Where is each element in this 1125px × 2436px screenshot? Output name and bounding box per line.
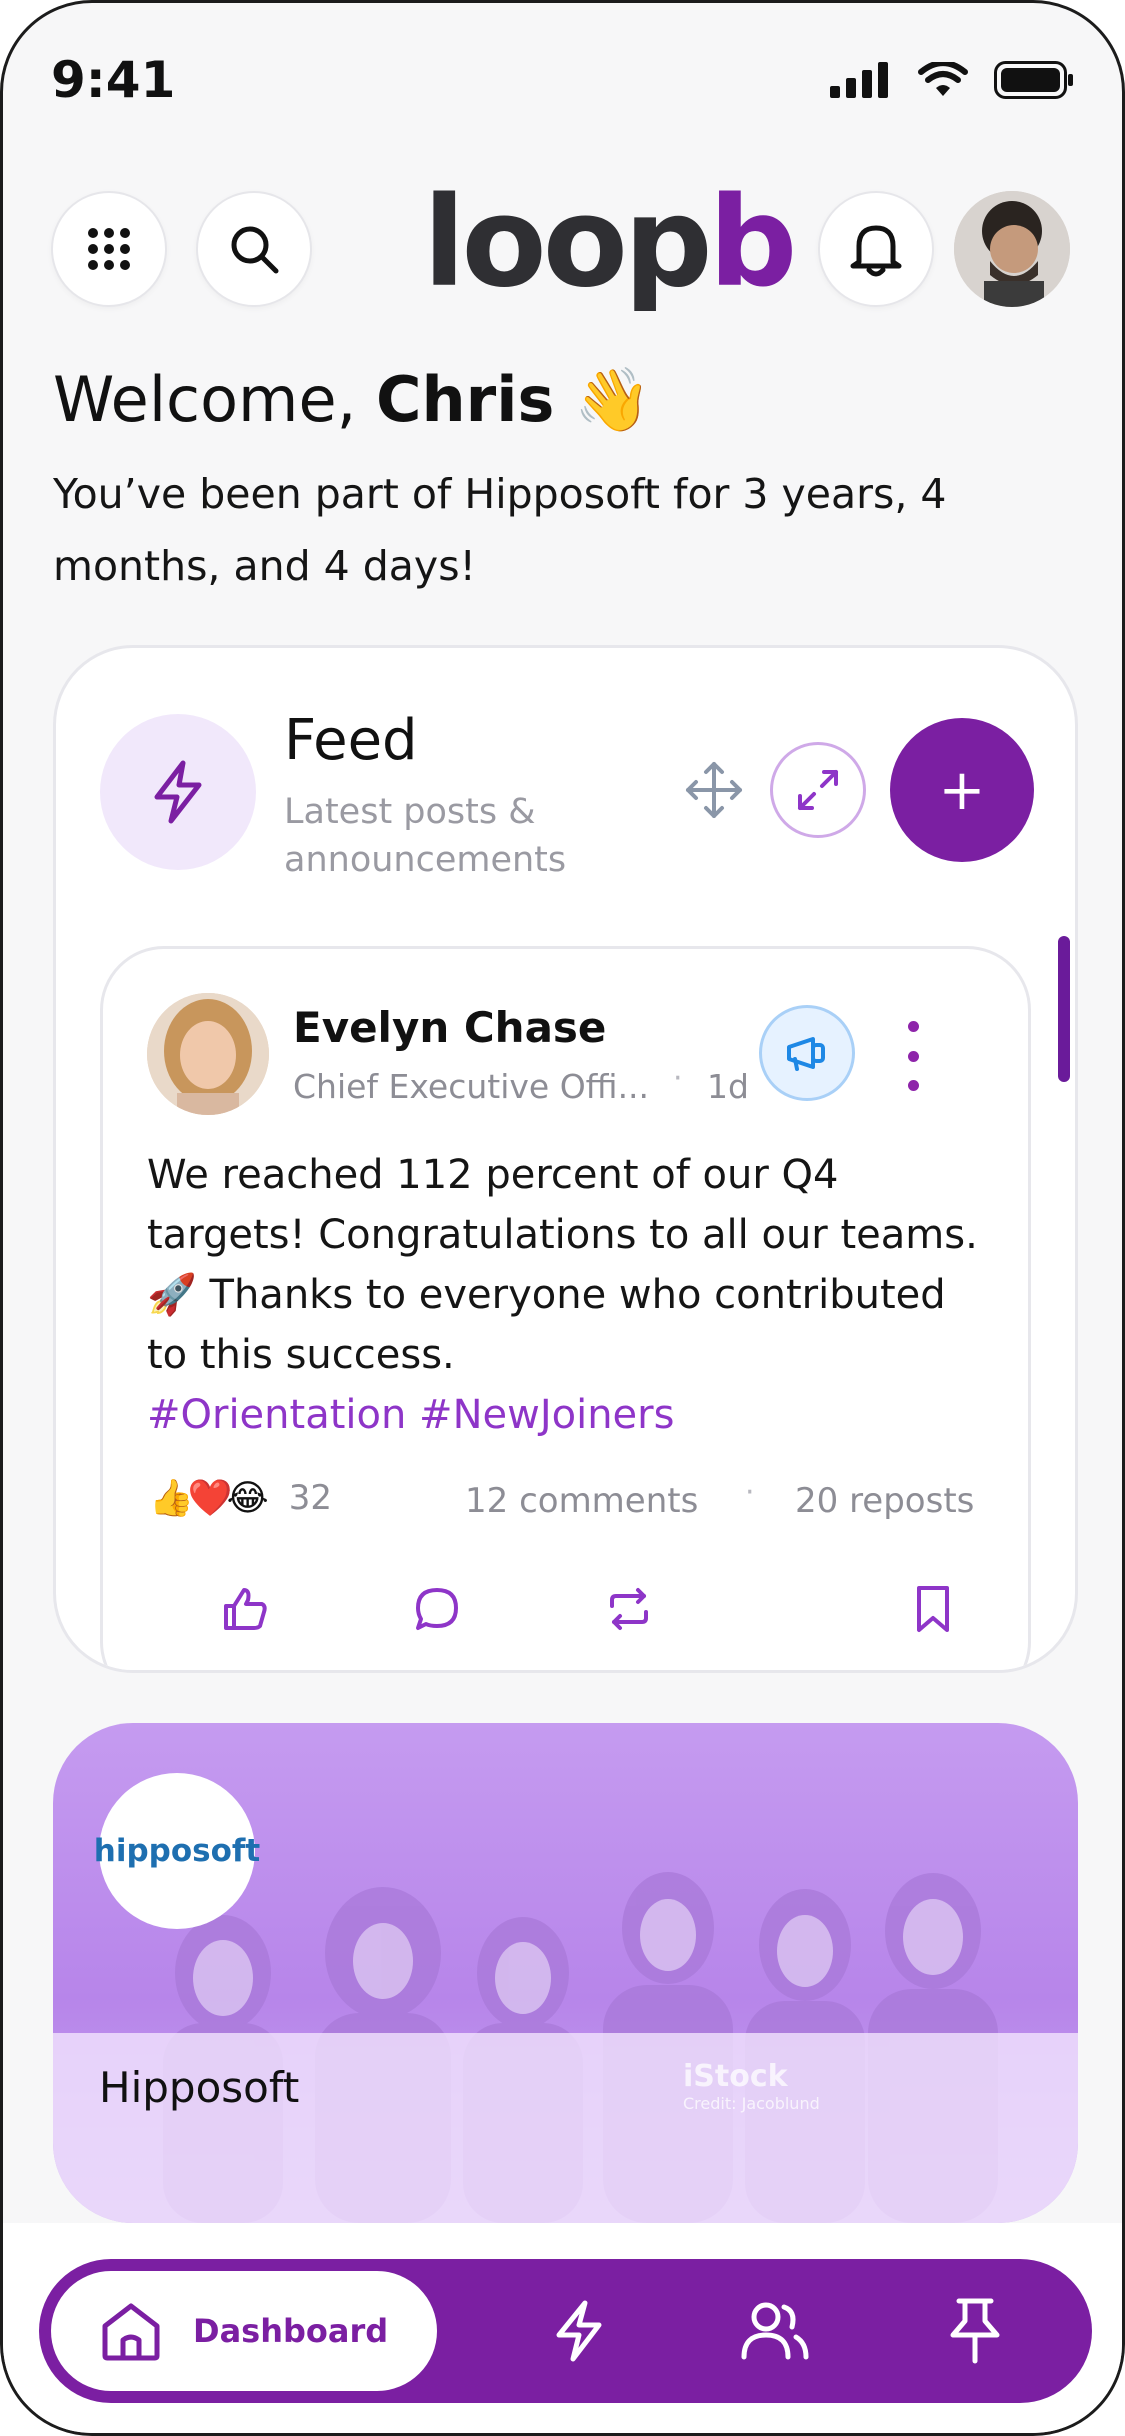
bookmark-button[interactable] — [903, 1579, 963, 1639]
feed-subtitle: Latest posts & announcements — [284, 792, 567, 880]
logo-text-accent: b — [708, 171, 798, 315]
post-hashtags[interactable]: #Orientation #NewJoiners — [147, 1392, 674, 1438]
stats-separator: · — [745, 1475, 755, 1510]
company-name: Hipposoft — [99, 2063, 300, 2112]
feed-icon-badge — [100, 714, 256, 870]
nav-bar: Dashboard — [39, 2259, 1092, 2403]
search-button[interactable] — [196, 191, 312, 307]
company-card[interactable]: hipposoft Hipposoft iStock Credit: Jacob… — [53, 1723, 1078, 2223]
company-name-band — [53, 2033, 1078, 2223]
comments-count[interactable]: 12 comments — [465, 1481, 698, 1521]
apps-grid-icon — [88, 228, 130, 270]
comment-icon — [416, 1588, 458, 1630]
repost-button[interactable] — [599, 1579, 659, 1639]
logo-text-dark: loop — [423, 171, 713, 315]
tenure-text: You’ve been part of Hipposoft for 3 year… — [53, 470, 947, 590]
battery-icon — [994, 61, 1073, 99]
watermark-title: iStock — [683, 2059, 788, 2094]
megaphone-icon — [787, 1037, 825, 1071]
nav-item-feed[interactable] — [543, 2295, 615, 2367]
company-logo: hipposoft — [94, 1773, 260, 1929]
announcement-badge[interactable] — [759, 1005, 855, 1101]
user-avatar-image — [954, 191, 1070, 307]
reposts-count[interactable]: 20 reposts — [795, 1481, 974, 1521]
status-icons — [830, 61, 1074, 99]
feed-scrollbar[interactable] — [1058, 936, 1070, 1082]
meta-separator: · — [673, 1061, 683, 1096]
app-logo: loopb — [423, 181, 797, 305]
add-post-button[interactable]: + — [890, 718, 1034, 862]
laugh-reaction: 😂 — [226, 1477, 269, 1519]
bookmark-icon — [917, 1586, 949, 1632]
thumbs-up-icon — [224, 1588, 267, 1630]
wave-emoji: 👋 — [574, 363, 652, 436]
welcome-greeting: Welcome, — [53, 363, 377, 436]
phone-screen: 9:41 loopb Welcome, Chris 👋 You’ve been … — [0, 0, 1125, 2436]
like-button[interactable] — [215, 1579, 275, 1639]
comment-button[interactable] — [407, 1579, 467, 1639]
avatar[interactable] — [954, 191, 1070, 307]
photo-watermark: iStock Credit: Jacoblund — [683, 2059, 820, 2113]
notifications-button[interactable] — [818, 191, 934, 307]
post-body: We reached 112 percent of our Q4 targets… — [147, 1145, 987, 1445]
reaction-count: 32 — [288, 1478, 332, 1518]
nav-dashboard-label: Dashboard — [193, 2312, 389, 2350]
post-text: We reached 112 percent of our Q4 targets… — [147, 1152, 978, 1378]
welcome-name: Chris — [376, 363, 555, 436]
move-icon[interactable] — [684, 760, 744, 820]
author-avatar-image — [147, 993, 269, 1115]
post-author-role: Chief Executive Offi... — [293, 1067, 650, 1106]
post-card[interactable]: Evelyn Chase Chief Executive Offi... · 1… — [100, 946, 1031, 1670]
watermark-credit: Credit: Jacoblund — [683, 2094, 820, 2113]
post-time: 1d — [707, 1067, 749, 1106]
wifi-icon — [918, 62, 968, 96]
bell-icon — [850, 225, 902, 277]
repost-icon — [610, 1588, 648, 1630]
lightning-icon — [154, 760, 202, 824]
post-author-avatar[interactable] — [147, 993, 269, 1115]
bottom-navigation: Dashboard — [3, 2223, 1122, 2433]
post-author-name[interactable]: Evelyn Chase — [293, 1003, 606, 1052]
lightning-icon — [556, 2300, 602, 2362]
people-icon — [741, 2302, 809, 2360]
nav-item-dashboard[interactable]: Dashboard — [51, 2271, 437, 2391]
expand-icon — [798, 770, 838, 810]
search-icon — [231, 226, 279, 274]
pin-icon — [950, 2298, 1000, 2364]
feed-widget: Feed Latest posts & announcements + Evel… — [53, 645, 1078, 1673]
home-icon — [102, 2303, 160, 2361]
feed-title: Feed — [284, 708, 418, 773]
status-time: 9:41 — [51, 51, 176, 109]
nav-item-pinned[interactable] — [939, 2295, 1011, 2367]
welcome-heading: Welcome, Chris 👋 — [53, 363, 651, 437]
expand-button[interactable] — [770, 742, 866, 838]
signal-icon — [830, 62, 888, 98]
more-options-icon[interactable] — [893, 1021, 933, 1091]
reactions-summary[interactable]: 👍 ❤️ 😂 32 — [149, 1477, 332, 1520]
apps-button[interactable] — [51, 191, 167, 307]
nav-item-people[interactable] — [739, 2295, 811, 2367]
